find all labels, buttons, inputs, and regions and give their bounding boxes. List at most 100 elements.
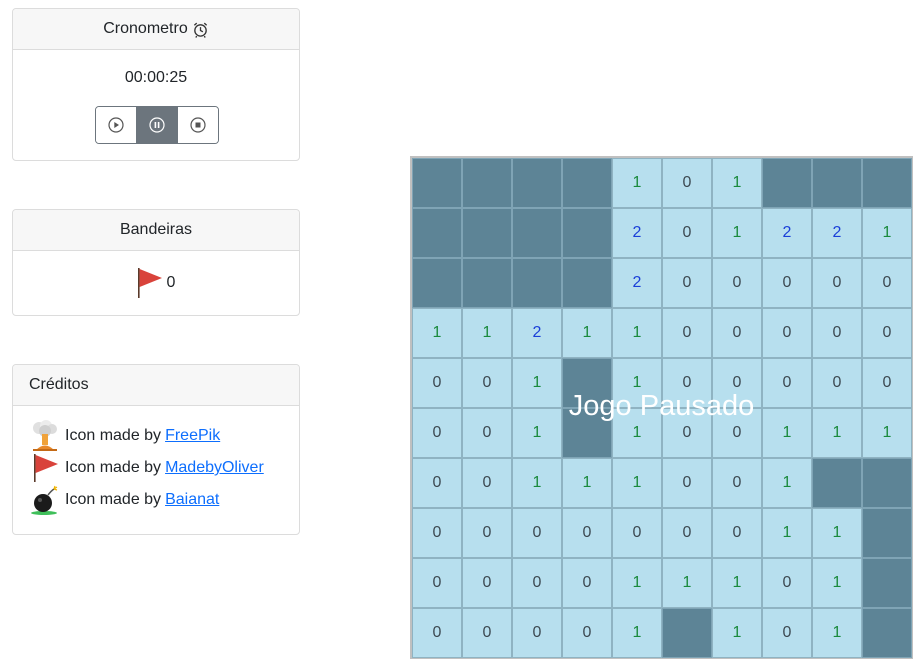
revealed-cell[interactable]: 1: [862, 208, 912, 258]
revealed-cell[interactable]: 0: [512, 558, 562, 608]
revealed-cell[interactable]: 2: [762, 208, 812, 258]
revealed-cell[interactable]: 0: [462, 408, 512, 458]
revealed-cell[interactable]: 0: [762, 258, 812, 308]
revealed-cell[interactable]: 0: [812, 308, 862, 358]
revealed-cell[interactable]: 0: [412, 458, 462, 508]
revealed-cell[interactable]: 0: [662, 408, 712, 458]
revealed-cell[interactable]: 2: [812, 208, 862, 258]
revealed-cell[interactable]: 0: [712, 508, 762, 558]
revealed-cell[interactable]: 1: [762, 408, 812, 458]
revealed-cell[interactable]: 1: [512, 358, 562, 408]
revealed-cell[interactable]: 1: [612, 358, 662, 408]
revealed-cell[interactable]: 1: [512, 458, 562, 508]
revealed-cell[interactable]: 1: [812, 408, 862, 458]
revealed-cell[interactable]: 0: [762, 608, 812, 658]
revealed-cell[interactable]: 0: [562, 608, 612, 658]
hidden-cell[interactable]: [862, 508, 912, 558]
revealed-cell[interactable]: 0: [412, 408, 462, 458]
revealed-cell[interactable]: 1: [712, 558, 762, 608]
hidden-cell[interactable]: [412, 158, 462, 208]
revealed-cell[interactable]: 0: [662, 508, 712, 558]
stop-button[interactable]: [177, 107, 218, 143]
revealed-cell[interactable]: 1: [512, 408, 562, 458]
revealed-cell[interactable]: 2: [612, 258, 662, 308]
revealed-cell[interactable]: 0: [862, 258, 912, 308]
revealed-cell[interactable]: 0: [662, 258, 712, 308]
hidden-cell[interactable]: [462, 258, 512, 308]
revealed-cell[interactable]: 0: [862, 358, 912, 408]
revealed-cell[interactable]: 1: [762, 508, 812, 558]
revealed-cell[interactable]: 2: [512, 308, 562, 358]
revealed-cell[interactable]: 0: [412, 508, 462, 558]
revealed-cell[interactable]: 1: [712, 608, 762, 658]
credit-link-baianat[interactable]: Baianat: [165, 491, 219, 509]
revealed-cell[interactable]: 1: [712, 158, 762, 208]
revealed-cell[interactable]: 0: [662, 158, 712, 208]
revealed-cell[interactable]: 1: [612, 308, 662, 358]
revealed-cell[interactable]: 0: [662, 208, 712, 258]
credit-link-freepik[interactable]: FreePik: [165, 427, 220, 445]
revealed-cell[interactable]: 0: [862, 308, 912, 358]
revealed-cell[interactable]: 1: [612, 608, 662, 658]
hidden-cell[interactable]: [462, 208, 512, 258]
hidden-cell[interactable]: [862, 558, 912, 608]
revealed-cell[interactable]: 0: [662, 458, 712, 508]
revealed-cell[interactable]: 1: [412, 308, 462, 358]
hidden-cell[interactable]: [462, 158, 512, 208]
pause-button[interactable]: [136, 107, 177, 143]
play-button[interactable]: [96, 107, 136, 143]
revealed-cell[interactable]: 1: [612, 558, 662, 608]
revealed-cell[interactable]: 1: [562, 308, 612, 358]
revealed-cell[interactable]: 0: [462, 358, 512, 408]
revealed-cell[interactable]: 0: [662, 358, 712, 408]
revealed-cell[interactable]: 1: [612, 408, 662, 458]
revealed-cell[interactable]: 0: [562, 558, 612, 608]
revealed-cell[interactable]: 0: [762, 558, 812, 608]
hidden-cell[interactable]: [512, 208, 562, 258]
hidden-cell[interactable]: [662, 608, 712, 658]
revealed-cell[interactable]: 0: [412, 558, 462, 608]
revealed-cell[interactable]: 1: [662, 558, 712, 608]
hidden-cell[interactable]: [562, 408, 612, 458]
revealed-cell[interactable]: 0: [462, 558, 512, 608]
revealed-cell[interactable]: 0: [712, 408, 762, 458]
revealed-cell[interactable]: 0: [662, 308, 712, 358]
revealed-cell[interactable]: 0: [512, 608, 562, 658]
revealed-cell[interactable]: 0: [462, 458, 512, 508]
hidden-cell[interactable]: [512, 258, 562, 308]
hidden-cell[interactable]: [812, 458, 862, 508]
hidden-cell[interactable]: [562, 208, 612, 258]
revealed-cell[interactable]: 0: [612, 508, 662, 558]
revealed-cell[interactable]: 0: [812, 258, 862, 308]
hidden-cell[interactable]: [762, 158, 812, 208]
revealed-cell[interactable]: 1: [812, 608, 862, 658]
revealed-cell[interactable]: 2: [612, 208, 662, 258]
revealed-cell[interactable]: 1: [462, 308, 512, 358]
revealed-cell[interactable]: 0: [562, 508, 612, 558]
revealed-cell[interactable]: 1: [812, 508, 862, 558]
credit-link-madebyoliver[interactable]: MadebyOliver: [165, 459, 264, 477]
revealed-cell[interactable]: 0: [712, 258, 762, 308]
hidden-cell[interactable]: [562, 358, 612, 408]
revealed-cell[interactable]: 0: [412, 608, 462, 658]
hidden-cell[interactable]: [512, 158, 562, 208]
revealed-cell[interactable]: 1: [612, 458, 662, 508]
revealed-cell[interactable]: 0: [512, 508, 562, 558]
hidden-cell[interactable]: [812, 158, 862, 208]
hidden-cell[interactable]: [862, 458, 912, 508]
revealed-cell[interactable]: 1: [562, 458, 612, 508]
revealed-cell[interactable]: 0: [812, 358, 862, 408]
hidden-cell[interactable]: [412, 258, 462, 308]
hidden-cell[interactable]: [862, 158, 912, 208]
revealed-cell[interactable]: 0: [712, 358, 762, 408]
revealed-cell[interactable]: 1: [812, 558, 862, 608]
revealed-cell[interactable]: 1: [762, 458, 812, 508]
hidden-cell[interactable]: [862, 608, 912, 658]
revealed-cell[interactable]: 0: [712, 308, 762, 358]
revealed-cell[interactable]: 1: [862, 408, 912, 458]
revealed-cell[interactable]: 0: [462, 508, 512, 558]
revealed-cell[interactable]: 0: [712, 458, 762, 508]
hidden-cell[interactable]: [562, 258, 612, 308]
revealed-cell[interactable]: 1: [612, 158, 662, 208]
revealed-cell[interactable]: 0: [412, 358, 462, 408]
